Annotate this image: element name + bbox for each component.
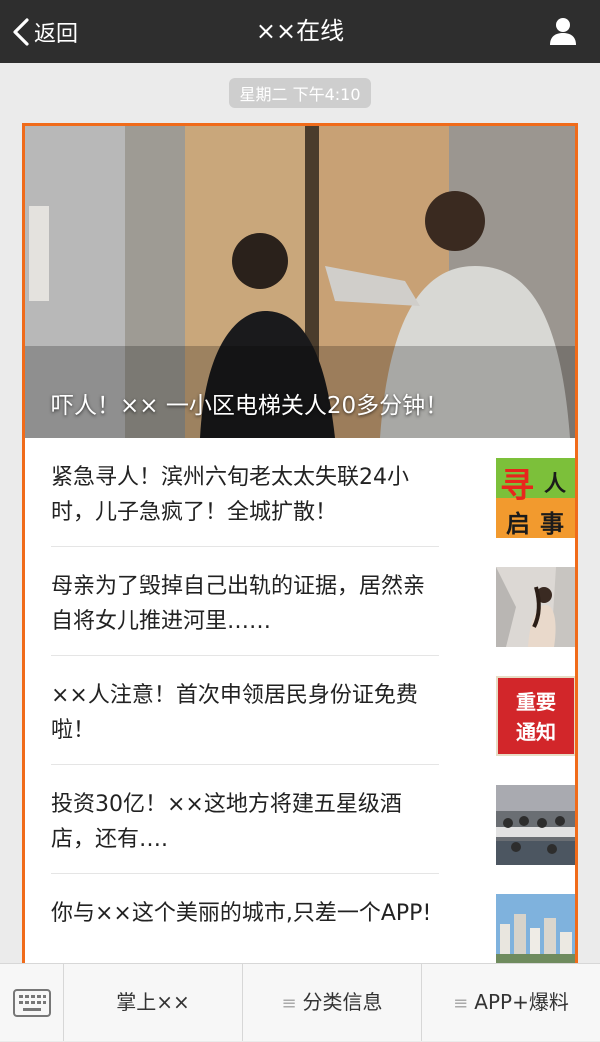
- meeting-photo-thumbnail: [496, 785, 575, 865]
- woman-photo-thumbnail: [496, 567, 575, 647]
- thumb-char: 启: [506, 510, 530, 538]
- thumb-text: 通知: [516, 720, 556, 744]
- top-nav-bar: 返回 ××在线: [0, 0, 600, 63]
- city-photo-thumbnail: [496, 894, 575, 963]
- article-title: 投资30亿！××这地方将建五星级酒店，还有….: [51, 792, 402, 852]
- photo-image: [496, 785, 575, 865]
- menu-list-icon: ≡: [453, 993, 469, 1014]
- thumb-text: 重要: [516, 690, 556, 714]
- page-title-wrap: ××在线: [0, 0, 600, 63]
- user-profile-icon[interactable]: [548, 16, 578, 46]
- back-label: 返回: [34, 21, 79, 47]
- menu-item-mobile[interactable]: 掌上××: [64, 964, 243, 1041]
- back-button[interactable]: 返回: [12, 0, 78, 63]
- article-title: ××人注意！首次申领居民身份证免费啦！: [51, 683, 418, 743]
- menu-label: APP+爆料: [474, 990, 569, 1014]
- article-title: 紧急寻人！滨州六旬老太太失联24小时，儿子急疯了！全城扩散！: [51, 465, 409, 525]
- important-notice-thumbnail: 重要 通知: [496, 676, 575, 756]
- photo-image: [496, 894, 575, 963]
- menu-item-classifieds[interactable]: ≡ 分类信息: [243, 964, 422, 1041]
- bottom-menu-bar: 掌上×× ≡ 分类信息 ≡ APP+爆料: [0, 963, 600, 1041]
- list-item[interactable]: 紧急寻人！滨州六旬老太太失联24小时，儿子急疯了！全城扩散！ 寻 人 启 事: [51, 438, 575, 547]
- list-item[interactable]: 母亲为了毁掉自己出轨的证据，居然亲自将女儿推进河里……: [51, 547, 575, 656]
- timestamp-row: 星期二 下午4:10: [0, 78, 600, 108]
- thumb-char: 人: [544, 472, 567, 497]
- list-item[interactable]: ××人注意！首次申领居民身份证免费啦！ 重要 通知: [51, 656, 575, 765]
- chevron-left-icon: [13, 17, 29, 46]
- article-title: 你与××这个美丽的城市,只差一个APP!: [51, 901, 432, 926]
- missing-person-thumbnail: 寻 人 启 事: [496, 458, 575, 538]
- page-title: ××在线: [255, 17, 345, 45]
- menu-item-app-tips[interactable]: ≡ APP+爆料: [422, 964, 600, 1041]
- photo-image: [496, 567, 575, 647]
- keyboard-toggle-button[interactable]: [0, 964, 64, 1041]
- menu-label: 掌上××: [116, 990, 190, 1014]
- timestamp: 星期二 下午4:10: [229, 78, 371, 108]
- article-title: 母亲为了毁掉自己出轨的证据，居然亲自将女儿推进河里……: [51, 574, 426, 634]
- menu-list-icon: ≡: [281, 993, 297, 1014]
- menu-label: 分类信息: [302, 990, 383, 1014]
- hero-article[interactable]: 吓人！×× 一小区电梯关人20多分钟！: [25, 126, 575, 438]
- thumb-char: 寻: [500, 466, 534, 506]
- list-item[interactable]: 你与××这个美丽的城市,只差一个APP!: [51, 874, 575, 963]
- article-card: 吓人！×× 一小区电梯关人20多分钟！ 紧急寻人！滨州六旬老太太失联24小时，儿…: [22, 123, 578, 966]
- list-item[interactable]: 投资30亿！××这地方将建五星级酒店，还有….: [51, 765, 575, 874]
- keyboard-icon: [12, 988, 51, 1017]
- thumb-char: 事: [540, 510, 564, 538]
- hero-caption: 吓人！×× 一小区电梯关人20多分钟！: [51, 393, 449, 419]
